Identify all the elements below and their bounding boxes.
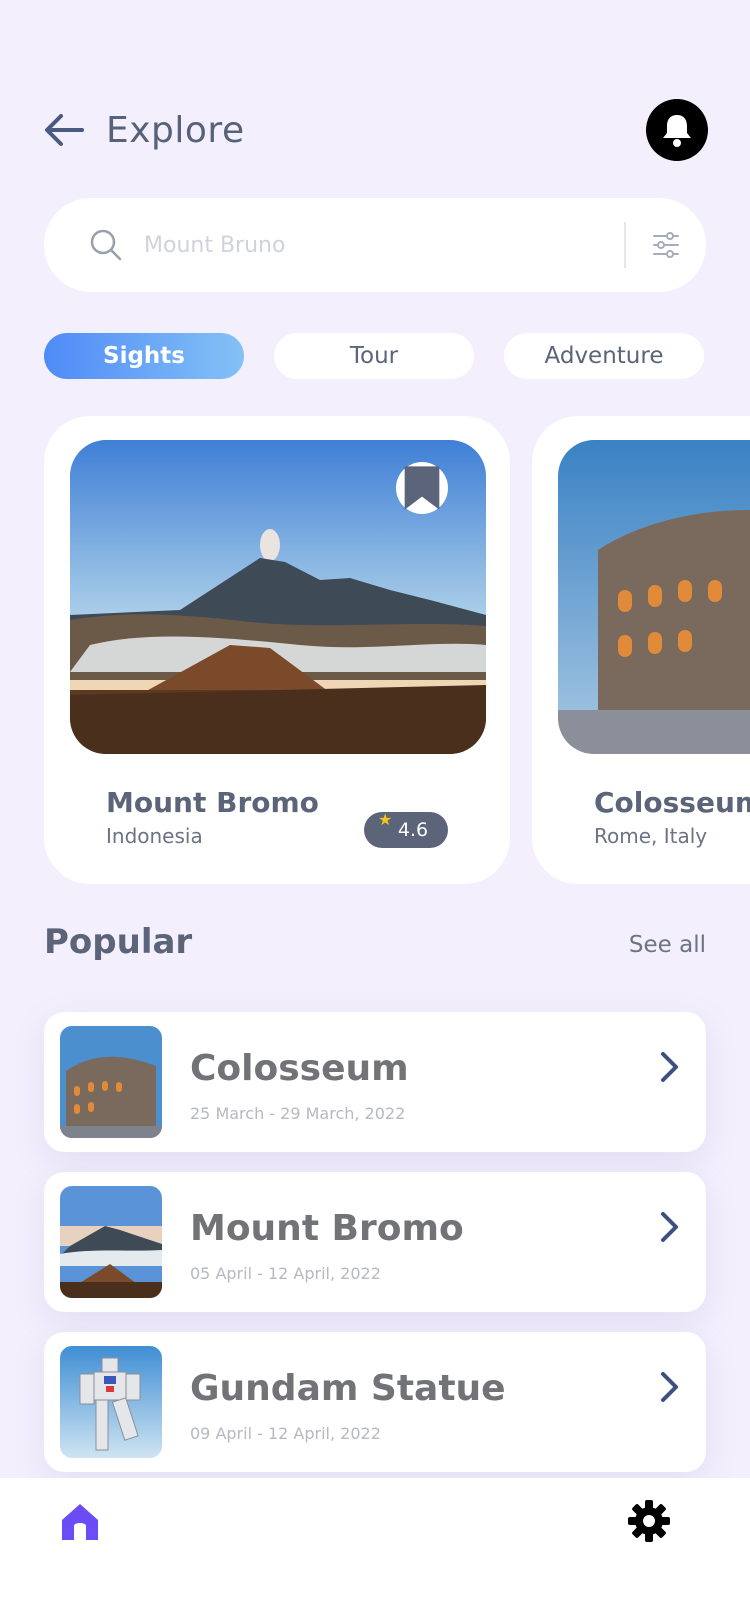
popular-list: Colosseum 25 March - 29 March, 2022 Moun… [44, 1012, 706, 1492]
list-item-dates: 09 April - 12 April, 2022 [190, 1424, 381, 1443]
colosseum-thumbnail [60, 1026, 162, 1138]
see-all-link[interactable]: See all [629, 932, 706, 958]
list-item-title: Colosseum [190, 1048, 409, 1089]
bookmark-button[interactable] [396, 462, 448, 514]
sliders-icon [653, 232, 679, 258]
star-icon: ★ [378, 810, 393, 829]
notification-button[interactable] [646, 99, 708, 161]
rating-value: 4.6 [397, 819, 429, 841]
featured-card-location: Indonesia [106, 824, 203, 848]
featured-card-name: Colosseum [594, 786, 750, 819]
colosseum-photo [558, 440, 750, 754]
section-title-popular: Popular [44, 922, 193, 962]
list-item-title: Mount Bromo [190, 1208, 464, 1249]
arrow-left-icon [45, 114, 84, 146]
bookmark-icon [404, 466, 440, 510]
list-item-dates: 25 March - 29 March, 2022 [190, 1104, 406, 1123]
featured-carousel[interactable]: Mount Bromo Indonesia ★ 4.6 Colosseum Ro… [44, 416, 750, 884]
filter-button[interactable] [626, 198, 706, 292]
list-item[interactable]: Mount Bromo 05 April - 12 April, 2022 [44, 1172, 706, 1312]
list-item[interactable]: Colosseum 25 March - 29 March, 2022 [44, 1012, 706, 1152]
list-item-title: Gundam Statue [190, 1368, 506, 1409]
category-tabs: Sights Tour Adventure [44, 333, 704, 379]
bell-icon [663, 115, 691, 147]
chevron-right-icon [661, 1372, 678, 1402]
featured-card-location: Rome, Italy [594, 824, 708, 848]
tab-adventure[interactable]: Adventure [504, 333, 704, 379]
list-item-dates: 05 April - 12 April, 2022 [190, 1264, 381, 1283]
rating-badge: ★ 4.6 [364, 810, 448, 848]
chevron-right-icon [661, 1052, 678, 1082]
gundam-statue-thumbnail [60, 1346, 162, 1458]
chevron-right-icon [661, 1212, 678, 1242]
list-item[interactable]: Gundam Statue 09 April - 12 April, 2022 [44, 1332, 706, 1472]
search-input[interactable] [144, 232, 584, 258]
home-icon[interactable] [58, 1500, 102, 1544]
featured-card-mount-bromo[interactable]: Mount Bromo Indonesia ★ 4.6 [44, 416, 510, 884]
mount-bromo-thumbnail [60, 1186, 162, 1298]
page-title: Explore [106, 109, 245, 151]
back-button[interactable] [40, 106, 88, 154]
gear-icon[interactable] [628, 1500, 670, 1542]
bottom-navigation [0, 1478, 750, 1600]
search-icon[interactable] [88, 227, 124, 263]
tab-sights[interactable]: Sights [44, 333, 244, 379]
app-header: Explore [40, 95, 708, 165]
search-bar [44, 198, 706, 292]
featured-card-name: Mount Bromo [106, 786, 319, 819]
featured-card-colosseum[interactable]: Colosseum Rome, Italy [532, 416, 750, 884]
tab-tour[interactable]: Tour [274, 333, 474, 379]
mount-bromo-photo [70, 440, 486, 754]
